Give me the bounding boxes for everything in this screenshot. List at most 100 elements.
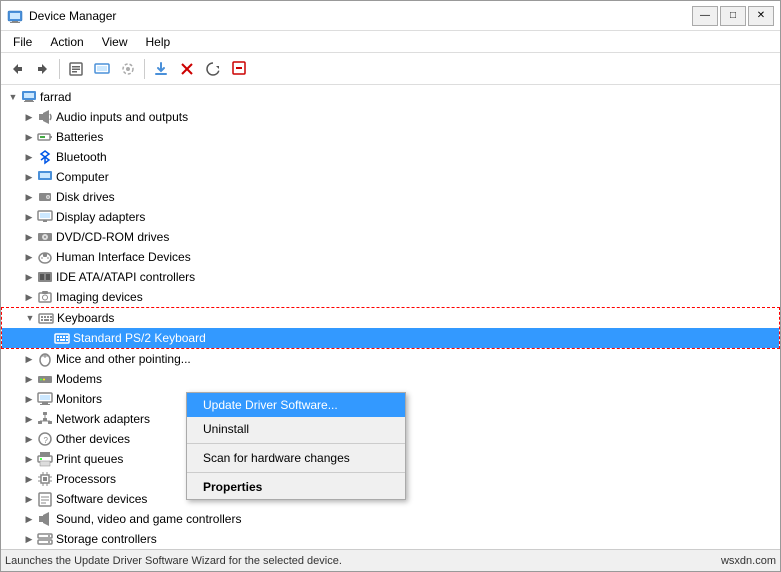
computer-icon (21, 89, 37, 105)
computer-label: Computer (56, 170, 109, 184)
ide-label: IDE ATA/ATAPI controllers (56, 270, 195, 284)
device-manager-button[interactable] (90, 57, 114, 81)
forward-button[interactable] (31, 57, 55, 81)
mice-label: Mice and other pointing... (56, 352, 191, 366)
tree-item-audio[interactable]: ▶ Audio inputs and outputs (1, 107, 780, 127)
audio-device-icon (37, 109, 53, 125)
tree-item-dvd[interactable]: ▶ DVD/CD-ROM drives (1, 227, 780, 247)
toolbar-separator-2 (144, 59, 145, 79)
mice-device-icon (37, 351, 53, 367)
menu-bar: File Action View Help (1, 31, 780, 53)
context-menu-uninstall[interactable]: Uninstall (187, 417, 405, 441)
update-driver-label: Update Driver Software... (203, 398, 338, 412)
expand-keyboards-icon: ▼ (22, 310, 38, 326)
uninstall-button[interactable] (175, 57, 199, 81)
main-area: ▼ farrad ▶ Audio inputs and outputs ▶ (1, 85, 780, 549)
title-bar-left: Device Manager (7, 8, 116, 24)
hid-label: Human Interface Devices (56, 250, 191, 264)
sound-device-icon (37, 511, 53, 527)
storage-device-icon (37, 531, 53, 547)
monitors-device-icon (37, 391, 53, 407)
other-label: Other devices (56, 432, 130, 446)
print-label: Print queues (56, 452, 123, 466)
tree-item-disk[interactable]: ▶ Disk drives (1, 187, 780, 207)
menu-view[interactable]: View (94, 33, 136, 51)
software-device-icon (37, 491, 53, 507)
remove-button[interactable] (227, 57, 251, 81)
svg-text:?: ? (44, 436, 49, 445)
display-label: Display adapters (56, 210, 145, 224)
update-driver-button[interactable] (149, 57, 173, 81)
tree-item-computer[interactable]: ▶ Computer (1, 167, 780, 187)
software-label: Software devices (56, 492, 147, 506)
root-label: farrad (40, 90, 71, 104)
storage-label: Storage controllers (56, 532, 157, 546)
context-menu-update-driver[interactable]: Update Driver Software... (187, 393, 405, 417)
menu-action[interactable]: Action (42, 33, 91, 51)
tree-item-batteries[interactable]: ▶ Batteries (1, 127, 780, 147)
ps2-expand-icon (38, 330, 54, 346)
tree-item-bluetooth[interactable]: ▶ Bluetooth (1, 147, 780, 167)
keyboards-section: ▼ Keyboards Standard PS/2 Keyboard (1, 307, 780, 349)
properties-button[interactable] (64, 57, 88, 81)
expand-disk-icon: ▶ (21, 189, 37, 205)
expand-imaging-icon: ▶ (21, 289, 37, 305)
expand-modems-icon: ▶ (21, 371, 37, 387)
context-menu-properties[interactable]: Properties (187, 475, 405, 499)
title-bar-controls: — □ ✕ (692, 6, 774, 26)
context-menu: Update Driver Software... Uninstall Scan… (186, 392, 406, 500)
keyboard-category-icon (38, 310, 54, 326)
expand-computer-icon: ▶ (21, 169, 37, 185)
display-hidden-button[interactable] (116, 57, 140, 81)
processors-device-icon (37, 471, 53, 487)
disk-label: Disk drives (56, 190, 115, 204)
properties-label: Properties (203, 480, 262, 494)
bluetooth-label: Bluetooth (56, 150, 107, 164)
ps2-keyboard-icon (54, 330, 70, 346)
menu-help[interactable]: Help (138, 33, 179, 51)
expand-other-icon: ▶ (21, 431, 37, 447)
tree-item-storage[interactable]: ▶ Storage controllers (1, 529, 780, 549)
dvd-device-icon (37, 229, 53, 245)
batteries-label: Batteries (56, 130, 103, 144)
sound-label: Sound, video and game controllers (56, 512, 241, 526)
context-menu-scan[interactable]: Scan for hardware changes (187, 446, 405, 470)
uninstall-label: Uninstall (203, 422, 249, 436)
menu-file[interactable]: File (5, 33, 40, 51)
scan-changes-button[interactable] (201, 57, 225, 81)
expand-monitors-icon: ▶ (21, 391, 37, 407)
expand-storage-icon: ▶ (21, 531, 37, 547)
expand-audio-icon: ▶ (21, 109, 37, 125)
tree-root[interactable]: ▼ farrad (1, 87, 780, 107)
toolbar (1, 53, 780, 85)
network-device-icon (37, 411, 53, 427)
tree-item-hid[interactable]: ▶ Human Interface Devices (1, 247, 780, 267)
expand-print-icon: ▶ (21, 451, 37, 467)
status-right: wsxdn.com (721, 555, 776, 567)
bluetooth-device-icon (37, 149, 53, 165)
tree-item-display[interactable]: ▶ Display adapters (1, 207, 780, 227)
tree-item-ide[interactable]: ▶ IDE ATA/ATAPI controllers (1, 267, 780, 287)
processors-label: Processors (56, 472, 116, 486)
back-button[interactable] (5, 57, 29, 81)
tree-item-imaging[interactable]: ▶ Imaging devices (1, 287, 780, 307)
tree-item-modems[interactable]: ▶ Modems (1, 369, 780, 389)
expand-dvd-icon: ▶ (21, 229, 37, 245)
expand-software-icon: ▶ (21, 491, 37, 507)
tree-item-mice[interactable]: ▶ Mice and other pointing... (1, 349, 780, 369)
monitors-label: Monitors (56, 392, 102, 406)
close-button[interactable]: ✕ (748, 6, 774, 26)
ps2-keyboard-label: Standard PS/2 Keyboard (73, 331, 206, 345)
audio-label: Audio inputs and outputs (56, 110, 188, 124)
maximize-button[interactable]: □ (720, 6, 746, 26)
tree-item-keyboards[interactable]: ▼ Keyboards (2, 308, 779, 328)
expand-root-icon: ▼ (5, 89, 21, 105)
tree-item-sound[interactable]: ▶ Sound, video and game controllers (1, 509, 780, 529)
hid-device-icon (37, 249, 53, 265)
minimize-button[interactable]: — (692, 6, 718, 26)
computer-device-icon (37, 169, 53, 185)
modem-device-icon (37, 371, 53, 387)
tree-item-ps2-keyboard[interactable]: Standard PS/2 Keyboard (2, 328, 779, 348)
expand-sound-icon: ▶ (21, 511, 37, 527)
context-menu-separator-1 (187, 443, 405, 444)
